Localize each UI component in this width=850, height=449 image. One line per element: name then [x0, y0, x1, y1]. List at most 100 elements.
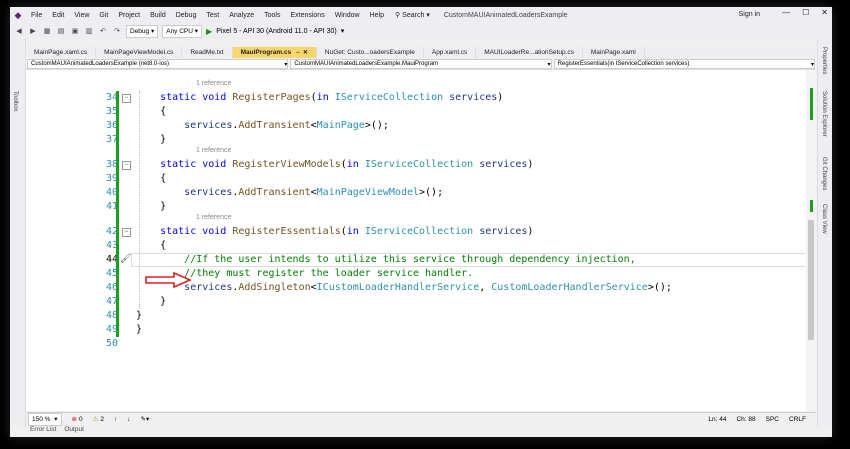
nav-up-icon[interactable]: ↑ [114, 416, 117, 423]
error-list-tab[interactable]: Error List [30, 426, 56, 437]
code-token: RegisterViewModels [232, 159, 341, 170]
tab-5[interactable]: App.xaml.cs [424, 47, 477, 58]
error-count-value: 0 [78, 415, 83, 423]
code-text: { [136, 105, 166, 119]
code-token: AddTransient [238, 120, 311, 131]
line-number: 41 [105, 201, 118, 212]
collapse-icon[interactable]: − [122, 228, 131, 237]
line-ending-indicator[interactable]: CRLF [789, 416, 806, 423]
member-dropdown[interactable]: RegisterEssentials(in IServiceCollection… [553, 59, 815, 69]
tab-label: MAUILoaderRe...ationSetup.cs [484, 49, 574, 56]
menu-item-debug[interactable]: Debug [171, 12, 202, 19]
nav-down-icon[interactable]: ↓ [127, 416, 130, 423]
code-cleanup-icon[interactable]: ✎▾ [141, 415, 150, 423]
code-token: RegisterPages [232, 92, 311, 103]
code-token: static [160, 92, 203, 103]
code-token: services [449, 92, 498, 103]
code-token: } [136, 310, 143, 321]
code-token: ) [527, 159, 534, 170]
tab-label: MainPage.xaml.cs [34, 49, 88, 56]
menu-item-window[interactable]: Window [330, 12, 365, 19]
zoom-dropdown[interactable]: 150 % ▾ [28, 412, 62, 426]
code-text: static void RegisterViewModels(in IServi… [136, 158, 533, 172]
menu-item-edit[interactable]: Edit [47, 12, 69, 19]
indent-guide [139, 91, 140, 309]
tab-3[interactable]: MauiProgram.cs ⇔ ✕ [232, 47, 317, 58]
warning-icon: ⚠ [92, 416, 99, 423]
codelens-reference[interactable]: 1 reference [196, 214, 231, 221]
code-token: { [136, 173, 167, 184]
menu-item-extensions[interactable]: Extensions [285, 12, 329, 19]
platform-dropdown[interactable]: Any CPU ▾ [162, 24, 203, 38]
menu-item-build[interactable]: Build [145, 12, 171, 19]
code-token: CustomLoaderHandlerService [491, 282, 648, 293]
code-line: 47 } [26, 295, 806, 309]
close-icon[interactable]: ✕ [821, 8, 828, 17]
warning-count-value: 2 [100, 415, 105, 423]
undo-icon[interactable]: ↶ [98, 26, 108, 36]
run-target-button[interactable]: Pixel 5 - API 30 (Android 11.0 - API 30) [216, 28, 337, 35]
vertical-scrollbar[interactable] [806, 70, 816, 411]
configuration-dropdown[interactable]: Debug ▾ [126, 24, 159, 38]
chevron-down-icon: ▾ [284, 61, 288, 68]
code-editor[interactable]: 1 reference 34 static void RegisterPages(… [26, 70, 808, 411]
navigation-bar: CustomMAUIAnimatedLoadersExample (net8.0… [26, 59, 816, 70]
menu-item-help[interactable]: Help [365, 12, 389, 19]
toolbox-tab[interactable]: Toolbox [12, 91, 18, 112]
error-count[interactable]: ⊗ 0 [72, 415, 83, 424]
collapse-icon[interactable]: − [122, 161, 131, 170]
sign-in-link[interactable]: Sign in [739, 11, 760, 18]
code-token: AddTransient [238, 187, 311, 198]
code-line: 41 } [26, 200, 806, 214]
minimize-icon[interactable]: — [782, 8, 790, 17]
line-number: 35 [105, 106, 118, 117]
search-box[interactable]: ⚲ Search ▾ [395, 11, 430, 20]
tab-7[interactable]: MainPage.xaml [583, 47, 645, 58]
tab-label: ReadMe.txt [190, 49, 224, 56]
tab-2[interactable]: ReadMe.txt [182, 47, 233, 58]
menu-item-analyze[interactable]: Analyze [224, 12, 259, 19]
chevron-down-icon[interactable]: ▾ [341, 27, 345, 35]
tab-0[interactable]: MainPage.xaml.cs [26, 47, 97, 58]
maximize-icon[interactable]: ☐ [802, 8, 809, 17]
save-icon[interactable]: ▣ [70, 26, 80, 36]
line-number: 46 [105, 282, 118, 293]
code-token: services [184, 120, 233, 131]
close-icon[interactable]: ⇔ ✕ [295, 49, 308, 56]
codelens-reference[interactable]: 1 reference [196, 147, 231, 154]
code-text: } [136, 323, 142, 337]
open-folder-icon[interactable]: ▤ [56, 26, 66, 36]
menu-item-file[interactable]: File [26, 12, 47, 19]
menu-item-project[interactable]: Project [113, 12, 145, 19]
code-line: 43 { [26, 239, 806, 253]
git-changes-tab[interactable]: Git Changes [821, 157, 827, 190]
new-item-icon[interactable]: ▦ [42, 26, 52, 36]
menu-item-tools[interactable]: Tools [259, 12, 285, 19]
warning-count[interactable]: ⚠ 2 [92, 415, 105, 424]
run-icon[interactable]: ▶ [206, 27, 212, 36]
tab-6[interactable]: MAUILoaderRe...ationSetup.cs [476, 47, 583, 58]
properties-tab[interactable]: Properties [821, 47, 827, 74]
save-all-icon[interactable]: ▥ [84, 26, 94, 36]
line-number: 48 [105, 310, 118, 321]
tab-1[interactable]: MainPageViewModel.cs [96, 47, 183, 58]
tab-4[interactable]: NuGet: Custo...oadersExample [317, 47, 424, 58]
collapse-icon[interactable]: − [122, 94, 131, 103]
forward-icon[interactable]: ▶ [28, 26, 38, 36]
project-dropdown[interactable]: CustomMAUIAnimatedLoadersExample (net8.0… [27, 59, 289, 69]
quick-actions-icon[interactable]: 🖌 [120, 253, 131, 264]
codelens-reference[interactable]: 1 reference [196, 80, 231, 87]
whitespace-indicator[interactable]: SPC [766, 416, 779, 423]
back-icon[interactable]: ◀ [14, 26, 24, 36]
scroll-thumb[interactable] [808, 220, 814, 340]
menu-item-test[interactable]: Test [201, 12, 224, 19]
menu-item-git[interactable]: Git [94, 12, 113, 19]
code-token: } [136, 201, 167, 212]
output-tab[interactable]: Output [64, 426, 84, 437]
class-dropdown[interactable]: CustomMAUIAnimatedLoadersExample.MauiPro… [290, 59, 552, 69]
menu-item-view[interactable]: View [69, 12, 94, 19]
solution-explorer-tab[interactable]: Solution Explorer [821, 91, 827, 137]
change-bar [116, 91, 119, 337]
redo-icon[interactable]: ↷ [112, 26, 122, 36]
class-view-tab[interactable]: Class View [821, 204, 827, 234]
